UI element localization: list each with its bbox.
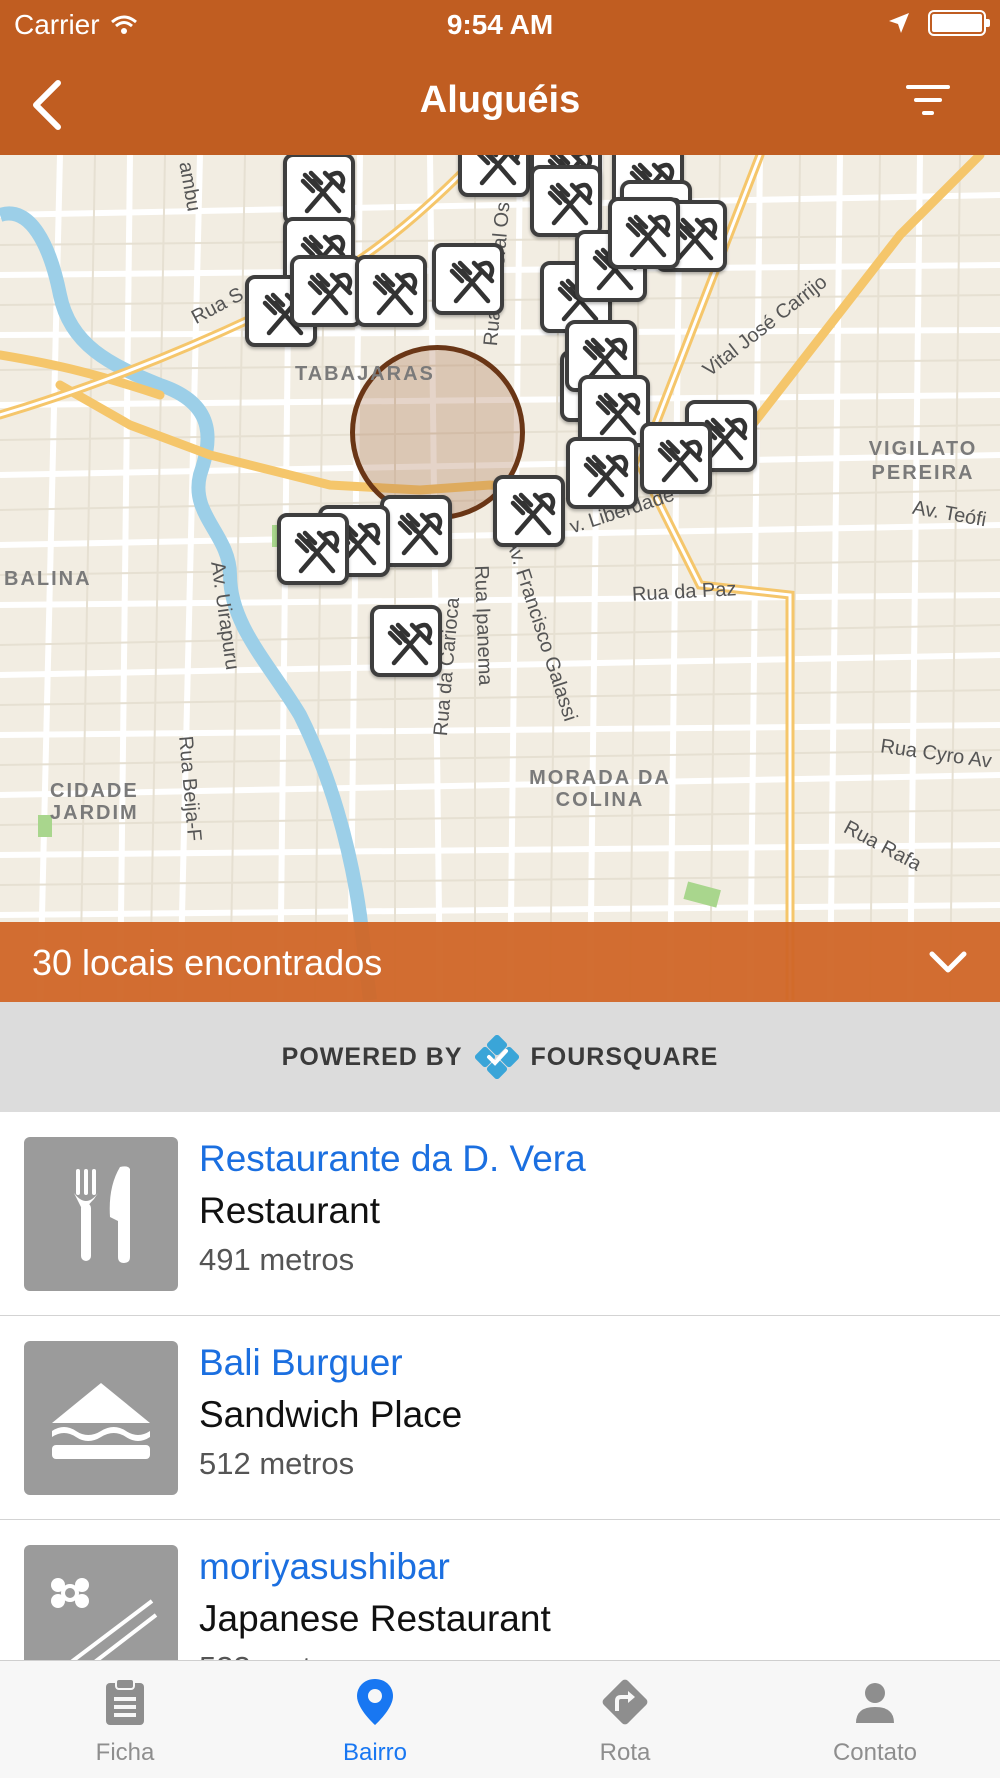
page-title: Aluguéis <box>419 79 581 121</box>
venue-name[interactable]: Restaurante da D. Vera <box>199 1138 586 1180</box>
sandwich-icon <box>24 1341 178 1495</box>
restaurant-pin-icon[interactable] <box>608 197 680 269</box>
tab-ficha[interactable]: Ficha <box>0 1661 250 1778</box>
clipboard-icon <box>106 1678 144 1725</box>
restaurant-pin-icon[interactable] <box>566 437 638 509</box>
venue-distance: 491 metros <box>199 1242 355 1277</box>
tab-label: Rota <box>599 1739 651 1766</box>
restaurant-pin-icon[interactable] <box>355 255 427 327</box>
venue-list[interactable]: Restaurante da D. Vera Restaurant 491 me… <box>0 1112 1000 1660</box>
restaurant-pin-icon[interactable] <box>432 243 504 315</box>
powered-by-label: POWERED BY <box>281 1042 463 1071</box>
list-item[interactable]: moriyasushibar Japanese Restaurant 533 m… <box>0 1520 1000 1660</box>
location-pin-icon <box>357 1679 393 1725</box>
top-bar: Carrier 9:54 AM Aluguéis <box>0 0 1000 155</box>
clock: 9:54 AM <box>446 9 554 40</box>
chevron-down-icon <box>929 951 967 973</box>
tab-bairro[interactable]: Bairro <box>250 1661 500 1778</box>
venue-distance: 512 metros <box>199 1446 355 1481</box>
restaurant-pin-icon[interactable] <box>493 475 565 547</box>
map-label-cidade-jardim: CIDADE JARDIM <box>50 780 139 824</box>
restaurant-pin-icon[interactable] <box>380 495 452 567</box>
filter-button[interactable] <box>900 77 960 127</box>
restaurant-pin-icon[interactable] <box>283 155 355 225</box>
person-icon <box>856 1683 894 1723</box>
route-icon <box>602 1679 648 1725</box>
restaurant-pin-icon[interactable] <box>530 165 602 237</box>
restaurant-pin-icon[interactable] <box>640 422 712 494</box>
tab-rota[interactable]: Rota <box>500 1661 750 1778</box>
nav-bar: Aluguéis <box>0 55 1000 150</box>
restaurant-pin-icon[interactable] <box>277 513 349 585</box>
status-bar: Carrier 9:54 AM <box>0 0 1000 50</box>
venue-name[interactable]: Bali Burguer <box>199 1342 403 1384</box>
venue-category: Sandwich Place <box>199 1394 463 1435</box>
filter-icon <box>906 85 950 115</box>
tab-bar: Ficha Bairro Rota Contato <box>0 1660 1000 1778</box>
tab-label: Contato <box>832 1739 918 1766</box>
street-label: Rua Ipanema <box>470 565 497 686</box>
venue-distance: 533 metros <box>199 1650 354 1660</box>
map-view[interactable]: TABAJARAS VIGILATO PEREIRA BALINA CIDADE… <box>0 155 1000 1000</box>
map-label-morada-da-colina: MORADA DA COLINA <box>529 767 671 811</box>
venue-category: Restaurant <box>199 1190 380 1231</box>
results-count: 30 locais encontrados <box>32 942 383 983</box>
tab-label: Bairro <box>342 1739 408 1766</box>
powered-by-foursquare: POWERED BY FOURSQUARE <box>0 1002 1000 1112</box>
battery-icon <box>928 10 990 36</box>
sushi-icon <box>24 1545 178 1660</box>
tab-label: Ficha <box>95 1739 155 1766</box>
venue-category: Japanese Restaurant <box>199 1598 551 1639</box>
location-arrow-icon <box>889 13 909 33</box>
tab-contato[interactable]: Contato <box>750 1661 1000 1778</box>
restaurant-pin-icon[interactable] <box>370 605 442 677</box>
foursquare-label: FOURSQUARE <box>530 1042 719 1071</box>
results-toggle-bar[interactable]: 30 locais encontrados <box>0 922 1000 1002</box>
map-label-balina: BALINA <box>4 568 92 590</box>
fork-knife-icon <box>24 1137 178 1291</box>
restaurant-pin-icon[interactable] <box>458 155 530 197</box>
map-label-tabajaras: TABAJARAS <box>295 363 435 385</box>
list-item[interactable]: Bali Burguer Sandwich Place 512 metros <box>0 1316 1000 1520</box>
venue-name[interactable]: moriyasushibar <box>199 1546 450 1588</box>
restaurant-pin-icon[interactable] <box>290 255 362 327</box>
status-right <box>888 10 990 36</box>
map-label-vigilato-pereira: VIGILATO PEREIRA <box>868 438 978 484</box>
list-item[interactable]: Restaurante da D. Vera Restaurant 491 me… <box>0 1112 1000 1316</box>
foursquare-logo-icon <box>474 1035 519 1079</box>
